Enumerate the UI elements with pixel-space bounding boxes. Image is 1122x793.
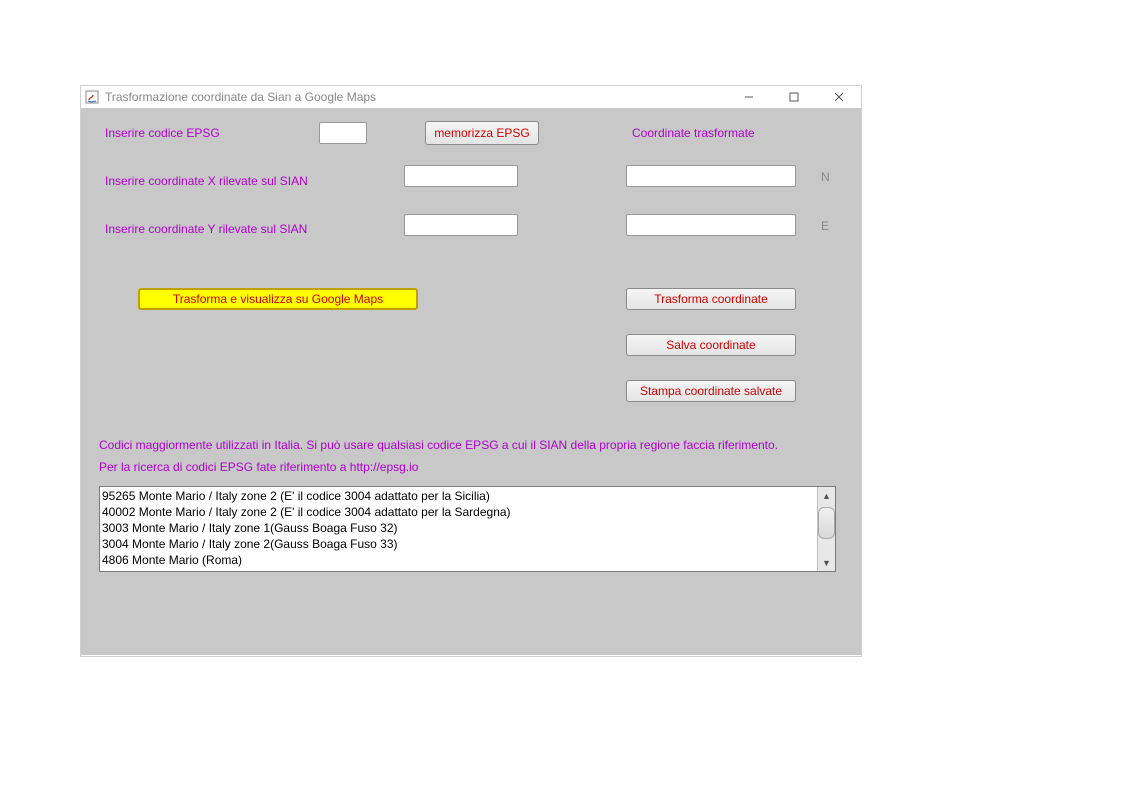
scroll-thumb[interactable] [818, 507, 835, 539]
scroll-down-icon[interactable]: ▼ [818, 554, 835, 571]
label-n: N [821, 170, 830, 184]
memorize-epsg-button[interactable]: memorizza EPSG [425, 121, 539, 145]
epsg-codes-listbox[interactable]: 95265 Monte Mario / Italy zone 2 (E' il … [99, 486, 836, 572]
epsg-input[interactable] [319, 122, 367, 144]
list-item[interactable]: 40002 Monte Mario / Italy zone 2 (E' il … [102, 504, 833, 520]
list-item[interactable]: 95265 Monte Mario / Italy zone 2 (E' il … [102, 488, 833, 504]
list-item[interactable]: 3004 Monte Mario / Italy zone 2(Gauss Bo… [102, 536, 833, 552]
label-info1: Codici maggiormente utilizzati in Italia… [99, 438, 778, 452]
maximize-button[interactable] [771, 86, 816, 108]
label-transformed: Coordinate trasformate [632, 126, 755, 140]
java-app-icon [85, 90, 99, 104]
transform-button[interactable]: Trasforma coordinate [626, 288, 796, 310]
client-area: Inserire codice EPSG memorizza EPSG Coor… [81, 108, 861, 655]
window-title: Trasformazione coordinate da Sian a Goog… [105, 90, 376, 104]
list-item[interactable]: 4806 Monte Mario (Roma) [102, 552, 833, 568]
label-info2: Per la ricerca di codici EPSG fate rifer… [99, 460, 418, 474]
label-coord-x: Inserire coordinate X rilevate sul SIAN [105, 174, 308, 188]
window-controls [726, 86, 861, 108]
scroll-up-icon[interactable]: ▲ [818, 487, 835, 504]
app-window: Trasformazione coordinate da Sian a Goog… [80, 85, 862, 657]
scrollbar[interactable]: ▲ ▼ [817, 487, 835, 571]
list-item[interactable]: 3003 Monte Mario / Italy zone 1(Gauss Bo… [102, 520, 833, 536]
label-epsg: Inserire codice EPSG [105, 126, 220, 140]
output-n-input[interactable] [626, 165, 796, 187]
titlebar: Trasformazione coordinate da Sian a Goog… [81, 86, 861, 108]
transform-view-button[interactable]: Trasforma e visualizza su Google Maps [138, 288, 418, 310]
output-e-input[interactable] [626, 214, 796, 236]
save-button[interactable]: Salva coordinate [626, 334, 796, 356]
label-e: E [821, 219, 829, 233]
coord-y-input[interactable] [404, 214, 518, 236]
print-button[interactable]: Stampa coordinate salvate [626, 380, 796, 402]
list-content: 95265 Monte Mario / Italy zone 2 (E' il … [100, 487, 835, 569]
coord-x-input[interactable] [404, 165, 518, 187]
minimize-button[interactable] [726, 86, 771, 108]
close-button[interactable] [816, 86, 861, 108]
label-coord-y: Inserire coordinate Y rilevate sul SIAN [105, 222, 307, 236]
